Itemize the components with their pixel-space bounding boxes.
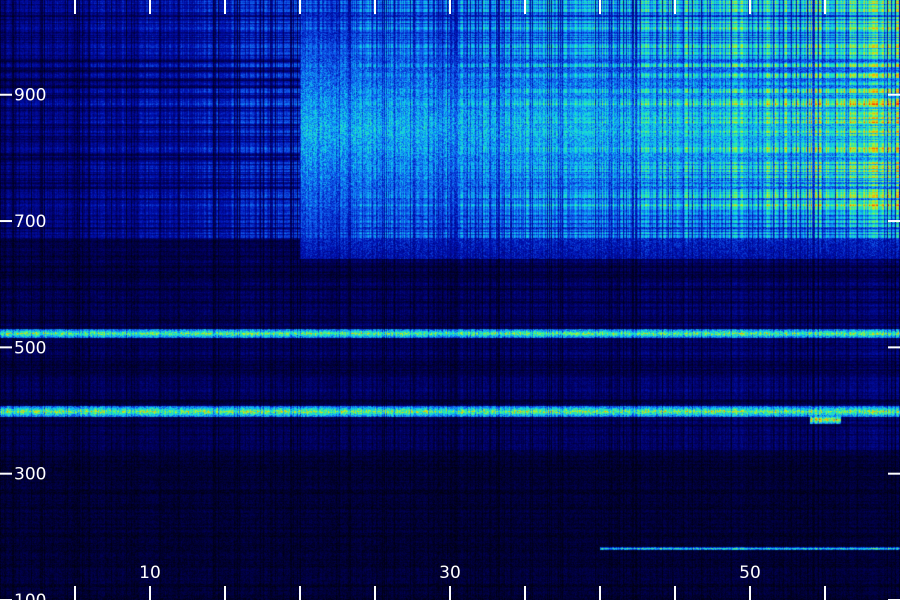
- y-tick-label: 700: [14, 212, 46, 232]
- axis-overlay: 10 30 50 100 300 500 700 900: [0, 0, 900, 600]
- y-tick-label: 100: [14, 591, 46, 600]
- x-tick-label: 50: [739, 563, 761, 583]
- x-tick-label: 30: [439, 563, 461, 583]
- y-tick-label: 900: [14, 86, 46, 106]
- x-tick-label: 10: [139, 563, 161, 583]
- y-tick-label: 500: [14, 338, 46, 358]
- y-tick-label: 300: [14, 465, 46, 485]
